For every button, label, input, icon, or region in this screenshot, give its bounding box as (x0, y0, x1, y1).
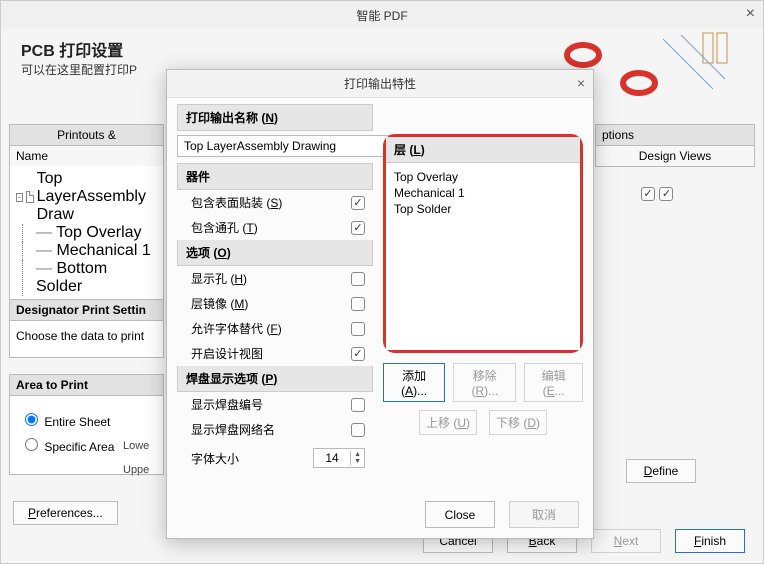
designator-body: Choose the data to print (9, 321, 164, 358)
designator-panel: Designator Print Settin Choose the data … (9, 299, 164, 358)
layers-list[interactable]: Top Overlay Mechanical 1 Top Solder (386, 162, 580, 350)
page-icon (26, 191, 34, 203)
components-header: 器件 (177, 163, 373, 190)
inner-title: 打印输出特性 (167, 75, 593, 92)
name-header: Name (9, 146, 164, 166)
layer-item[interactable]: Mechanical 1 (394, 185, 572, 201)
designator-header: Designator Print Settin (9, 299, 164, 321)
opt-through-label: 包含通孔 (T) (191, 219, 258, 236)
opt-hole-label: 显示孔 (H) (191, 270, 247, 287)
design-views-header: Design Views (595, 146, 755, 167)
inner-cancel-button: 取消 (509, 501, 579, 528)
layers-highlight-frame: 层 (L) Top Overlay Mechanical 1 Top Solde… (383, 134, 583, 353)
finish-button[interactable]: Finish (675, 529, 745, 553)
area-header: Area to Print (9, 374, 164, 396)
design-views-checks (641, 184, 673, 263)
add-layer-button[interactable]: 添加 (A)... (383, 363, 445, 402)
outer-title-bar: 智能 PDF × (1, 1, 763, 29)
move-up-button: 上移 (U) (419, 410, 477, 435)
tree-root-1[interactable]: Top LayerAssembly Draw (37, 170, 157, 224)
opt-mirror-check[interactable] (351, 297, 365, 311)
inner-close-button[interactable]: Close (425, 501, 495, 528)
opt-designview-label: 开启设计视图 (191, 345, 263, 362)
radio-label: Specific Area (44, 440, 114, 454)
layer-item[interactable]: Top Overlay (394, 169, 572, 185)
options-section-header: 选项 (O) (177, 240, 373, 266)
opt-surface-label: 包含表面贴装 (S) (191, 194, 282, 211)
layer-item[interactable]: Top Solder (394, 201, 572, 217)
opt-padnet-label: 显示焊盘网络名 (191, 421, 275, 438)
opt-designview-check[interactable] (351, 347, 365, 361)
outer-title: 智能 PDF (1, 7, 763, 24)
outer-body: PCB 打印设置 可以在这里配置打印P Printouts & Name - T… (1, 29, 763, 563)
opt-padnum-label: 显示焊盘编号 (191, 396, 263, 413)
design-view-check-1[interactable] (641, 187, 655, 201)
page-title: PCB 打印设置 (21, 37, 123, 61)
opt-padnum-check[interactable] (351, 398, 365, 412)
tree-item[interactable]: Top Overlay (36, 224, 142, 241)
smart-pdf-window: 智能 PDF × PCB 打印设置 可以在这里配置打印P Printouts &… (0, 0, 764, 564)
pads-section-header: 焊盘显示选项 (P) (177, 366, 373, 392)
collapse-icon[interactable]: - (16, 193, 23, 202)
radio-entire-sheet[interactable]: Entire Sheet (20, 410, 153, 429)
inner-close-icon[interactable]: × (577, 75, 585, 91)
move-down-button: 下移 (D) (489, 410, 547, 435)
edit-layer-button: 编辑 (E... (524, 363, 583, 402)
corner-labels: Lowe Uppe (123, 434, 149, 482)
page-subtitle: 可以在这里配置打印P (21, 61, 137, 78)
define-button[interactable]: Define (626, 459, 696, 483)
preferences-button[interactable]: PPreferences...references... (13, 501, 118, 525)
opt-through-check[interactable] (351, 221, 365, 235)
options-header: ptions (595, 124, 755, 146)
spin-up-icon[interactable]: ▲ (351, 451, 364, 458)
radio-label: Entire Sheet (44, 415, 110, 429)
opt-surface-check[interactable] (351, 196, 365, 210)
font-size-label: 字体大小 (191, 450, 239, 467)
options-panel: ptions Design Views (595, 124, 755, 167)
spin-down-icon[interactable]: ▼ (351, 458, 364, 465)
remove-layer-button: 移除 (R)... (453, 363, 516, 402)
opt-padnet-check[interactable] (351, 423, 365, 437)
close-icon[interactable]: × (746, 5, 755, 23)
font-size-input[interactable] (314, 449, 350, 467)
opt-mirror-label: 层镜像 (M) (191, 295, 248, 312)
layers-header: 层 (L) (386, 137, 580, 162)
inner-dialog-buttons: Close 取消 (425, 501, 579, 528)
opt-fontsub-check[interactable] (351, 322, 365, 336)
tree-item[interactable]: Mechanical 1 (36, 242, 151, 259)
next-button: Next (591, 529, 661, 553)
opt-fontsub-label: 允许字体替代 (F) (191, 320, 282, 337)
opt-hole-check[interactable] (351, 272, 365, 286)
design-view-check-2[interactable] (659, 187, 673, 201)
print-output-properties-dialog: 打印输出特性 × 打印输出名称 (N) 器件 包含表面贴装 (S) 包含通孔 (… (166, 69, 594, 539)
output-name-header: 打印输出名称 (N) (177, 104, 373, 131)
font-size-spinner[interactable]: ▲▼ (313, 448, 365, 468)
printouts-header: Printouts & (9, 124, 164, 146)
tree-item[interactable]: Bottom Solder (36, 260, 107, 295)
inner-title-bar: 打印输出特性 × (167, 70, 593, 98)
